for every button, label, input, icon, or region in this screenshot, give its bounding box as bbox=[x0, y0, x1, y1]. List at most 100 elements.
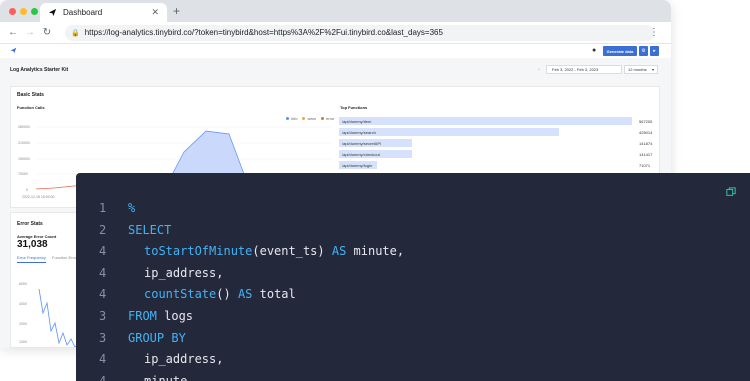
x-tick-label: 2022-12-18 18:00:00 bbox=[22, 195, 55, 199]
legend-label: warn bbox=[307, 116, 317, 121]
y-tick-label: 6000 bbox=[19, 282, 27, 286]
list-item[interactable]: /api/dummy/search 425014 bbox=[339, 128, 657, 136]
code-token: minute, bbox=[346, 244, 405, 259]
code-keyword: AS bbox=[331, 244, 347, 259]
close-window-button[interactable] bbox=[9, 8, 16, 15]
error-stats-card: Error Stats Average Error Count 31,038 E… bbox=[10, 212, 80, 348]
github-icon[interactable]: ● bbox=[592, 47, 596, 54]
line-number: 4 bbox=[99, 352, 107, 367]
y-tick-label: 280000 bbox=[18, 125, 30, 129]
code-text: minute bbox=[144, 374, 187, 381]
legend-label: error bbox=[326, 116, 335, 121]
date-range-value: Feb 3, 2022 - Feb 3, 2023 bbox=[552, 67, 599, 72]
code-token: total bbox=[252, 287, 296, 302]
line-number: 4 bbox=[99, 287, 107, 302]
code-keyword: SELECT bbox=[128, 222, 172, 237]
browser-tab[interactable]: Dashboard ✕ bbox=[40, 3, 167, 22]
list-item[interactable]: /api/dummy/login 71071 bbox=[339, 161, 657, 169]
top-function-value: 567205 bbox=[639, 119, 653, 124]
chevron-down-icon: ▾ bbox=[651, 67, 654, 72]
basic-stats-title: Basic Stats bbox=[17, 92, 44, 98]
error-stats-title: Error Stats bbox=[17, 221, 43, 227]
tab-bar: Dashboard ✕ + bbox=[0, 0, 671, 22]
code-keyword: AS bbox=[237, 287, 253, 302]
legend-dot-icon bbox=[321, 117, 325, 121]
top-function-label: /api/dummy/checkout bbox=[342, 152, 380, 157]
copy-icon[interactable] bbox=[726, 187, 736, 197]
code-token: logs bbox=[156, 309, 194, 323]
code-token: () bbox=[216, 287, 238, 302]
y-tick-label: 0 bbox=[26, 188, 28, 192]
page-title: Log Analytics Starter Kit bbox=[10, 67, 69, 73]
code-text: countState() AS total bbox=[144, 287, 296, 301]
tinybird-favicon-icon bbox=[48, 8, 57, 17]
error-frequency-chart: 6000 4000 2000 1000 bbox=[19, 282, 79, 347]
code-keyword: countState bbox=[144, 287, 217, 302]
top-functions-title: Top Functions bbox=[340, 105, 368, 110]
code-token: minute bbox=[144, 373, 188, 381]
top-function-bar bbox=[339, 117, 632, 125]
code-token: (event_ts) bbox=[252, 244, 332, 259]
code-text: SELECT bbox=[128, 223, 171, 237]
legend-item-info[interactable]: info bbox=[286, 116, 297, 121]
chart-legend: info warn error bbox=[286, 116, 335, 121]
url-text: https://log-analytics.tinybird.co/?token… bbox=[84, 28, 443, 37]
legend-dot-icon bbox=[302, 117, 306, 121]
browser-menu-icon[interactable]: ⋮ bbox=[649, 27, 659, 38]
range-select[interactable]: 12 months ▾ bbox=[624, 65, 658, 74]
top-function-label: /api/dummy/login bbox=[342, 163, 373, 168]
list-item[interactable]: /api/dummy/secretAPI 141874 bbox=[339, 139, 657, 147]
tab-error-frequency[interactable]: Error Frequency bbox=[17, 255, 46, 263]
code-panel: 1% 2 SELECT 4 toStartOfMinute(event_ts) AS m… bbox=[76, 173, 750, 381]
close-tab-icon[interactable]: ✕ bbox=[151, 7, 159, 18]
calendar-icon: ▫ bbox=[538, 67, 540, 73]
list-item[interactable]: /api/dummy/item 567205 bbox=[339, 117, 657, 125]
legend-label: info bbox=[291, 116, 298, 121]
code-text: FROM logs bbox=[128, 309, 193, 323]
top-function-label: /api/dummy/item bbox=[342, 119, 372, 124]
tinybird-logo-icon[interactable] bbox=[10, 47, 17, 54]
top-function-value: 141874 bbox=[639, 141, 653, 146]
address-bar[interactable]: 🔒 https://log-analytics.tinybird.co/?tok… bbox=[65, 24, 655, 41]
top-function-value: 71071 bbox=[639, 163, 651, 168]
line-number: 2 bbox=[99, 222, 107, 237]
error-frequency-line bbox=[38, 288, 79, 347]
code-keyword: GROUP BY bbox=[128, 330, 186, 345]
range-select-value: 12 months bbox=[628, 67, 647, 72]
code-token: ip_address, bbox=[144, 265, 224, 280]
line-number: 3 bbox=[99, 309, 107, 323]
code-keyword: FROM bbox=[128, 309, 157, 323]
code-keyword: toStartOfMinute bbox=[144, 244, 253, 259]
minimize-window-button[interactable] bbox=[20, 8, 27, 15]
top-function-label: /api/dummy/secretAPI bbox=[342, 141, 382, 146]
top-function-value: 425014 bbox=[639, 130, 653, 135]
back-icon[interactable]: ← bbox=[6, 27, 20, 38]
function-calls-title: Function Calls bbox=[17, 105, 45, 110]
tab-title: Dashboard bbox=[63, 8, 103, 17]
line-number: 3 bbox=[99, 330, 107, 345]
code-text: % bbox=[128, 201, 135, 215]
y-tick-label: 210000 bbox=[18, 141, 30, 145]
line-number: 4 bbox=[99, 265, 107, 280]
lock-icon: 🔒 bbox=[71, 29, 80, 37]
play-button[interactable]: ▸ bbox=[650, 46, 659, 56]
avg-error-value: 31,038 bbox=[17, 239, 48, 250]
y-tick-label: 2000 bbox=[19, 322, 27, 326]
list-item[interactable]: /api/dummy/checkout 141417 bbox=[339, 150, 657, 158]
generate-data-button[interactable]: Generate data bbox=[603, 46, 637, 56]
forward-icon[interactable]: → bbox=[23, 27, 37, 38]
settings-button[interactable]: ⚙ bbox=[639, 46, 648, 56]
line-number: 1 bbox=[99, 201, 107, 215]
legend-item-error[interactable]: error bbox=[321, 116, 335, 121]
reload-icon[interactable]: ↻ bbox=[40, 27, 54, 38]
y-tick-label: 150000 bbox=[18, 157, 30, 161]
date-range-picker[interactable]: Feb 3, 2022 - Feb 3, 2023 bbox=[546, 65, 622, 74]
stage: Dashboard ✕ + ← → ↻ 🔒 https://log-analyt… bbox=[0, 0, 750, 381]
y-tick-label: 4000 bbox=[19, 302, 27, 306]
maximize-window-button[interactable] bbox=[31, 8, 38, 15]
code-token: ip_address, bbox=[144, 352, 224, 367]
legend-item-warn[interactable]: warn bbox=[302, 116, 316, 121]
new-tab-button[interactable]: + bbox=[173, 4, 180, 18]
code-text: toStartOfMinute(event_ts) AS minute, bbox=[144, 244, 404, 258]
code-text: ip_address, bbox=[144, 266, 223, 280]
